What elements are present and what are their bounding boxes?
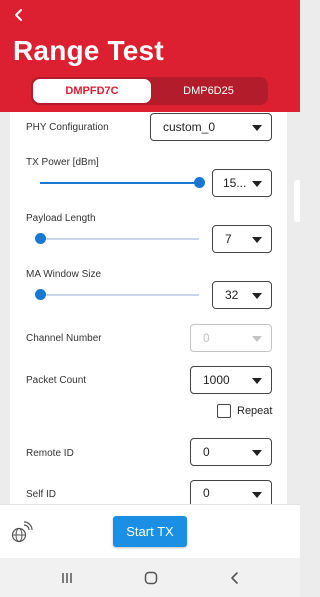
slider-track: [40, 238, 199, 240]
repeat-checkbox[interactable]: [217, 404, 231, 418]
ma-window-size-dropdown[interactable]: 32: [212, 281, 272, 309]
packet-count-label: Packet Count: [26, 375, 87, 386]
dropdown-arrow-icon: [252, 293, 262, 299]
packet-count-value: 1000: [203, 373, 230, 387]
start-tx-button[interactable]: Start TX: [113, 516, 187, 547]
tx-power-value: 15...: [223, 176, 247, 190]
dropdown-arrow-icon: [252, 125, 262, 131]
tx-power-dropdown[interactable]: 15...: [212, 169, 272, 197]
system-nav-bar: [0, 558, 300, 597]
remote-id-value: 0: [203, 445, 210, 459]
channel-number-dropdown: 0: [190, 324, 272, 352]
slider-thumb[interactable]: [35, 233, 46, 244]
dropdown-arrow-icon: [252, 336, 262, 342]
payload-length-slider[interactable]: [35, 233, 199, 245]
slider-thumb[interactable]: [35, 289, 46, 300]
self-id-value: 0: [203, 485, 210, 500]
back-button[interactable]: [8, 4, 30, 26]
slider-thumb[interactable]: [194, 177, 205, 188]
slider-track: [40, 294, 199, 296]
app-header: Range Test DMPFD7C DMP6D25: [0, 0, 300, 112]
ma-window-size-value: 32: [225, 288, 239, 302]
recent-apps-button[interactable]: [56, 567, 78, 589]
remote-id-label: Remote ID: [26, 448, 74, 459]
remote-id-dropdown[interactable]: 0: [190, 438, 272, 466]
nav-back-button[interactable]: [224, 567, 246, 589]
home-icon: [144, 571, 158, 585]
slider-fill: [40, 182, 199, 184]
home-button[interactable]: [140, 567, 162, 589]
settings-panel: PHY Configuration custom_0 TX Power [dBm…: [10, 112, 287, 504]
phy-configuration-dropdown[interactable]: custom_0: [150, 113, 272, 141]
phy-configuration-label: PHY Configuration: [26, 122, 109, 133]
tab-device-2[interactable]: DMP6D25: [151, 79, 266, 103]
tx-power-label: TX Power [dBm]: [26, 157, 99, 168]
phy-configuration-value: custom_0: [163, 120, 216, 134]
side-drawer-handle[interactable]: [294, 180, 300, 222]
recent-apps-icon: [62, 573, 72, 583]
page-title: Range Test: [13, 35, 164, 66]
tx-power-slider[interactable]: [40, 177, 205, 189]
payload-length-dropdown[interactable]: 7: [212, 225, 272, 253]
repeat-label[interactable]: Repeat: [237, 405, 272, 417]
device-tab-bar: DMPFD7C DMP6D25: [31, 77, 268, 105]
dropdown-arrow-icon: [252, 181, 262, 187]
chevron-left-icon: [231, 572, 238, 584]
packet-count-dropdown[interactable]: 1000: [190, 366, 272, 394]
dropdown-arrow-icon: [252, 378, 262, 384]
channel-number-label: Channel Number: [26, 333, 102, 344]
self-id-dropdown[interactable]: 0: [190, 480, 272, 504]
action-bar: Start TX: [0, 504, 300, 558]
dropdown-arrow-icon: [252, 450, 262, 456]
dropdown-arrow-icon: [252, 492, 262, 498]
ma-window-size-slider[interactable]: [35, 289, 199, 301]
payload-length-value: 7: [225, 232, 232, 246]
dropdown-arrow-icon: [252, 237, 262, 243]
self-id-label: Self ID: [26, 489, 57, 500]
ma-window-size-label: MA Window Size: [26, 269, 102, 280]
chevron-left-icon: [15, 9, 22, 21]
payload-length-label: Payload Length: [26, 213, 96, 224]
wireless-signal-icon[interactable]: [11, 521, 33, 543]
channel-number-value: 0: [203, 331, 210, 345]
tab-device-1[interactable]: DMPFD7C: [33, 79, 151, 103]
